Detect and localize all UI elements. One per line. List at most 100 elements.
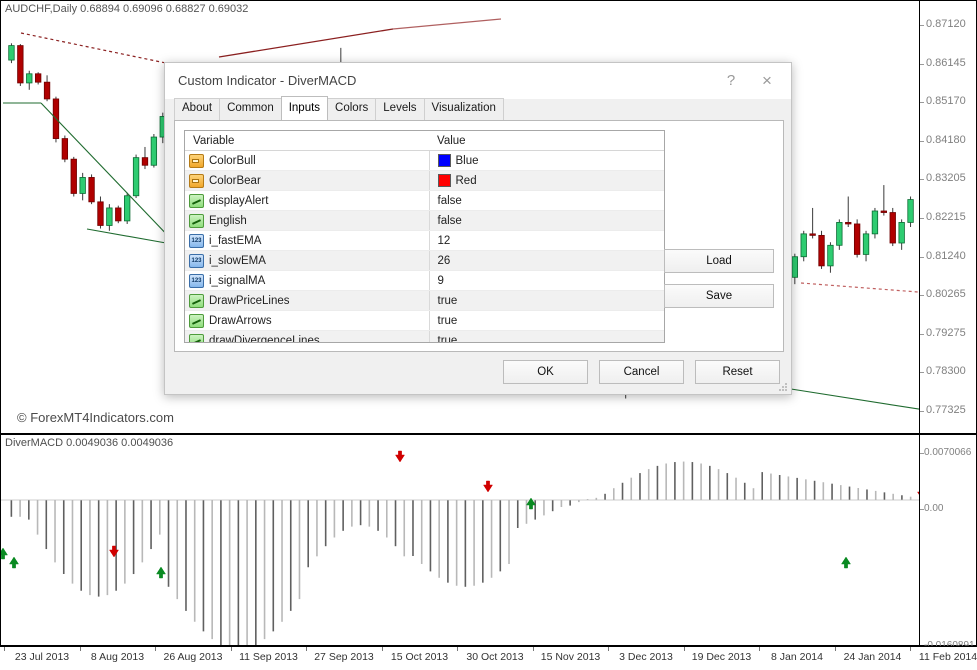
- table-row[interactable]: drawDivergenceLinestrue: [185, 331, 664, 344]
- bool-icon: [189, 214, 204, 228]
- axis-tick: [920, 295, 924, 296]
- table-row[interactable]: DrawArrows true: [185, 311, 664, 331]
- bool-icon: [189, 314, 204, 328]
- price-axis-label: 0.82215: [926, 211, 966, 223]
- price-axis-label: 0.86145: [926, 57, 966, 69]
- table-row[interactable]: ColorBear Red: [185, 171, 664, 191]
- indicator-axis[interactable]: 0.00700660.00-0.0160891: [919, 435, 976, 645]
- axis-tick: [920, 218, 924, 219]
- dialog-title-bar[interactable]: Custom Indicator - DiverMACD ? ×: [165, 63, 791, 99]
- variable-cell[interactable]: 123 i_slowEMA: [185, 251, 429, 271]
- date-axis-label: 8 Aug 2013: [91, 651, 144, 663]
- inputs-tab-panel: Variable Value ColorBull Blue ColorBear Red…: [174, 120, 784, 352]
- variable-cell[interactable]: 123i_signalMA: [185, 271, 429, 291]
- time-axis[interactable]: 23 Jul 20138 Aug 201326 Aug 201311 Sep 2…: [0, 646, 977, 670]
- value-text: Blue: [456, 155, 479, 167]
- ok-button[interactable]: OK: [503, 360, 588, 384]
- variable-cell[interactable]: ColorBear: [185, 171, 429, 191]
- date-tick: [4, 647, 5, 651]
- table-row[interactable]: ColorBull Blue: [185, 151, 664, 171]
- date-axis-label: 27 Sep 2013: [314, 651, 374, 663]
- variable-cell[interactable]: 123i_fastEMA: [185, 231, 429, 251]
- value-cell[interactable]: 12: [429, 231, 664, 251]
- value-text: 26: [438, 255, 451, 267]
- date-tick: [80, 647, 81, 651]
- indicator-plot-area[interactable]: [1, 435, 919, 645]
- preset-buttons: Load Save: [664, 249, 774, 319]
- value-cell[interactable]: Blue: [429, 151, 664, 171]
- date-tick: [306, 647, 307, 651]
- value-cell[interactable]: true: [429, 331, 664, 344]
- dialog-tabs[interactable]: AboutCommonInputsColorsLevelsVisualizati…: [174, 99, 503, 120]
- custom-indicator-dialog[interactable]: Custom Indicator - DiverMACD ? × AboutCo…: [164, 62, 792, 395]
- value-cell[interactable]: Red: [429, 171, 664, 191]
- value-cell[interactable]: 26: [429, 251, 664, 271]
- price-axis-label: 0.85170: [926, 95, 966, 107]
- date-axis-label: 19 Dec 2013: [692, 651, 752, 663]
- value-text: true: [438, 295, 458, 307]
- column-header-value: Value: [429, 131, 664, 151]
- date-axis-label: 26 Aug 2013: [164, 651, 223, 663]
- bool-icon: [189, 334, 204, 344]
- int-icon: 123: [189, 254, 204, 268]
- bool-icon: [189, 294, 204, 308]
- value-cell[interactable]: false: [429, 191, 664, 211]
- indicator-pane[interactable]: DiverMACD 0.0049036 0.0049036 0.00700660…: [0, 434, 977, 646]
- inputs-grid[interactable]: Variable Value ColorBull Blue ColorBear Red…: [184, 130, 665, 343]
- table-row[interactable]: 123 i_slowEMA 26: [185, 251, 664, 271]
- help-icon[interactable]: ?: [717, 69, 745, 93]
- tab-levels[interactable]: Levels: [375, 98, 424, 120]
- value-cell[interactable]: false: [429, 211, 664, 231]
- variable-cell[interactable]: DrawPriceLines: [185, 291, 429, 311]
- variable-name: DrawArrows: [209, 315, 272, 327]
- color-swatch: [438, 154, 451, 167]
- grid-header-row: Variable Value: [185, 131, 664, 151]
- date-tick: [533, 647, 534, 651]
- variable-name: i_signalMA: [209, 275, 265, 287]
- table-row[interactable]: Englishfalse: [185, 211, 664, 231]
- axis-tick: [920, 25, 924, 26]
- color-swatch: [438, 174, 451, 187]
- variable-cell[interactable]: drawDivergenceLines: [185, 331, 429, 344]
- close-icon[interactable]: ×: [753, 69, 781, 93]
- int-icon: 123: [189, 234, 204, 248]
- price-axis-label: 0.83205: [926, 172, 966, 184]
- table-row[interactable]: 123i_fastEMA12: [185, 231, 664, 251]
- table-row[interactable]: 123i_signalMA9: [185, 271, 664, 291]
- reset-button[interactable]: Reset: [695, 360, 780, 384]
- tab-visualization[interactable]: Visualization: [424, 98, 504, 120]
- price-axis[interactable]: 0.871200.861450.851700.841800.832050.822…: [919, 1, 976, 433]
- price-axis-label: 0.80265: [926, 288, 966, 300]
- axis-tick: [920, 64, 924, 65]
- value-cell[interactable]: 9: [429, 271, 664, 291]
- price-axis-label: 0.78300: [926, 365, 966, 377]
- variable-cell[interactable]: DrawArrows: [185, 311, 429, 331]
- value-cell[interactable]: true: [429, 291, 664, 311]
- cancel-button[interactable]: Cancel: [599, 360, 684, 384]
- load-button[interactable]: Load: [664, 249, 774, 273]
- value-text: Red: [456, 175, 477, 187]
- date-axis-label: 11 Sep 2013: [239, 651, 298, 663]
- value-cell[interactable]: true: [429, 311, 664, 331]
- column-header-variable: Variable: [185, 131, 429, 151]
- variable-name: i_slowEMA: [209, 255, 266, 267]
- axis-tick: [920, 334, 924, 335]
- date-axis-label: 3 Dec 2013: [619, 651, 673, 663]
- table-row[interactable]: DrawPriceLines true: [185, 291, 664, 311]
- variable-cell[interactable]: displayAlert: [185, 191, 429, 211]
- tab-common[interactable]: Common: [219, 98, 282, 120]
- variable-cell[interactable]: ColorBull: [185, 151, 429, 171]
- bool-icon: [189, 194, 204, 208]
- variable-cell[interactable]: English: [185, 211, 429, 231]
- dialog-title: Custom Indicator - DiverMACD: [178, 73, 356, 88]
- table-row[interactable]: displayAlertfalse: [185, 191, 664, 211]
- dialog-footer-buttons: OK Cancel Reset: [503, 360, 780, 384]
- resize-grip-icon[interactable]: [779, 383, 788, 392]
- watermark-text: © ForexMT4Indicators.com: [17, 410, 174, 425]
- tab-colors[interactable]: Colors: [327, 98, 376, 120]
- tab-about[interactable]: About: [174, 98, 220, 120]
- save-button[interactable]: Save: [664, 284, 774, 308]
- date-axis-label: 15 Oct 2013: [391, 651, 448, 663]
- axis-tick: [920, 102, 924, 103]
- tab-inputs[interactable]: Inputs: [281, 96, 328, 120]
